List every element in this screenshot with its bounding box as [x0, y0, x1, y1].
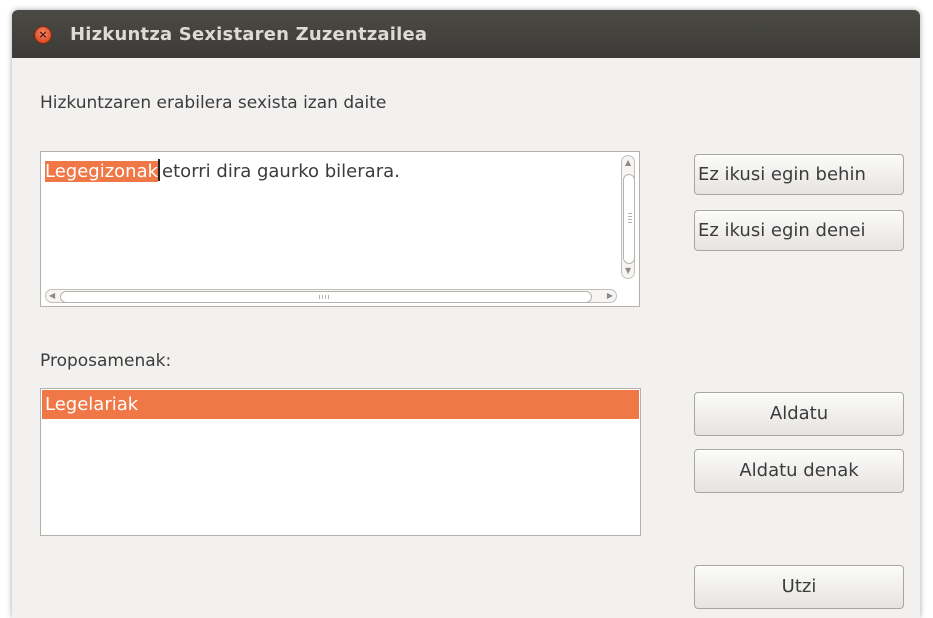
- dialog-window: × Hizkuntza Sexistaren Zuzentzailea Hizk…: [12, 10, 920, 618]
- vertical-scrollbar[interactable]: ▲ ▼: [621, 155, 635, 279]
- message-label: Hizkuntzaren erabilera sexista izan dait…: [40, 93, 387, 113]
- vertical-grip-icon: [628, 213, 632, 223]
- dialog-content: Hizkuntzaren erabilera sexista izan dait…: [12, 58, 920, 618]
- text-cursor: [158, 159, 161, 181]
- sentence-rest: etorri dira gaurko bilerara.: [162, 161, 400, 182]
- ignore-all-button[interactable]: Ez ikusi egin denei: [694, 210, 904, 251]
- close-icon[interactable]: ×: [34, 26, 52, 44]
- horizontal-grip-icon: [319, 295, 329, 299]
- highlighted-word: Legegizonak: [45, 161, 159, 182]
- vertical-scroll-thumb[interactable]: [623, 174, 635, 264]
- scroll-left-icon[interactable]: ◀: [49, 292, 55, 300]
- suggestions-list[interactable]: Legelariak: [40, 388, 641, 536]
- list-item[interactable]: Legelariak: [42, 390, 639, 419]
- horizontal-scroll-thumb[interactable]: [60, 291, 592, 303]
- scroll-up-icon[interactable]: ▲: [625, 159, 631, 167]
- sentence-text: Legegizonak etorri dira gaurko bilerara.: [45, 159, 400, 182]
- cancel-button[interactable]: Utzi: [694, 565, 904, 609]
- scroll-right-icon[interactable]: ▶: [607, 292, 613, 300]
- sentence-text-area[interactable]: Legegizonak etorri dira gaurko bilerara. …: [40, 151, 640, 307]
- title-bar: × Hizkuntza Sexistaren Zuzentzailea: [12, 10, 920, 58]
- horizontal-scrollbar[interactable]: ◀ ▶: [45, 289, 617, 303]
- window-title: Hizkuntza Sexistaren Zuzentzailea: [70, 24, 428, 45]
- suggestions-label: Proposamenak:: [40, 351, 172, 371]
- ignore-once-button[interactable]: Ez ikusi egin behin: [694, 154, 904, 195]
- change-button[interactable]: Aldatu: [694, 392, 904, 436]
- scroll-down-icon[interactable]: ▼: [625, 267, 631, 275]
- change-all-button[interactable]: Aldatu denak: [694, 449, 904, 493]
